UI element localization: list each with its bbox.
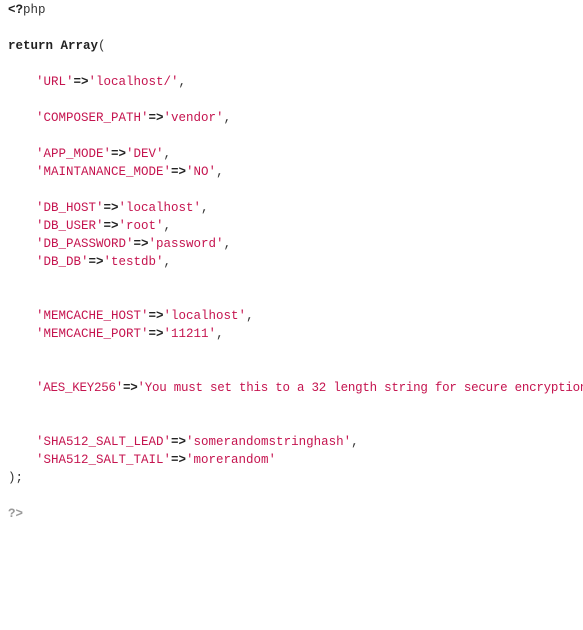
- entry-key: 'MAINTANANCE_MODE': [36, 165, 172, 179]
- entry-db-user: 'DB_USER'=>'root',: [8, 217, 171, 235]
- entry-key: 'DB_DB': [36, 255, 89, 269]
- php-open-tag: <?: [8, 3, 24, 17]
- entry-value: 'root': [118, 219, 164, 233]
- arrow-operator: =>: [88, 255, 104, 269]
- entry-comma: ,: [163, 255, 172, 269]
- entry-value: 'testdb': [103, 255, 164, 269]
- entry-maintanance-mode: 'MAINTANANCE_MODE'=>'NO',: [8, 163, 224, 181]
- arrow-operator: =>: [111, 147, 127, 161]
- php-close-tag-line: ?>: [8, 505, 23, 523]
- arrow-operator: =>: [73, 75, 89, 89]
- entry-key: 'SHA512_SALT_TAIL': [36, 453, 172, 467]
- entry-comma: ,: [223, 237, 232, 251]
- entry-sha512-salt-tail: 'SHA512_SALT_TAIL'=>'morerandom': [8, 451, 276, 469]
- php-open-tag-line: <?php: [8, 1, 46, 19]
- array-open-paren: (: [98, 39, 106, 53]
- arrow-operator: =>: [103, 201, 119, 215]
- return-keyword: return: [8, 39, 54, 53]
- entry-memcache-port: 'MEMCACHE_PORT'=>'11211',: [8, 325, 224, 343]
- entry-value: 'password': [148, 237, 224, 251]
- array-keyword: Array: [60, 39, 99, 53]
- entry-value: 'morerandom': [186, 453, 277, 467]
- entry-value: '11211': [163, 327, 217, 341]
- entry-value: 'localhost': [163, 309, 247, 323]
- arrow-operator: =>: [171, 435, 187, 449]
- entry-key: 'COMPOSER_PATH': [36, 111, 149, 125]
- arrow-operator: =>: [148, 309, 164, 323]
- entry-comma: ,: [351, 435, 359, 449]
- entry-key: 'APP_MODE': [36, 147, 112, 161]
- entry-key: 'DB_HOST': [36, 201, 104, 215]
- entry-key: 'AES_KEY256': [36, 381, 124, 395]
- array-close-line: );: [8, 469, 23, 487]
- entry-composer-path: 'COMPOSER_PATH'=>'vendor',: [8, 109, 231, 127]
- entry-value: 'localhost': [118, 201, 202, 215]
- entry-key: 'MEMCACHE_HOST': [36, 309, 149, 323]
- entry-db-host: 'DB_HOST'=>'localhost',: [8, 199, 209, 217]
- entry-key: 'SHA512_SALT_LEAD': [36, 435, 172, 449]
- entry-comma: ,: [178, 75, 187, 89]
- entry-aes-key256: 'AES_KEY256'=>'You must set this to a 32…: [8, 379, 583, 397]
- arrow-operator: =>: [148, 327, 164, 341]
- code-block: <?php return Array( 'URL'=>'localhost/',…: [0, 0, 583, 526]
- entry-db-db: 'DB_DB'=>'testdb',: [8, 253, 171, 271]
- entry-value: 'localhost/': [88, 75, 179, 89]
- arrow-operator: =>: [103, 219, 119, 233]
- entry-value: 'DEV': [126, 147, 164, 161]
- php-open-tag-lang: php: [23, 3, 46, 17]
- arrow-operator: =>: [123, 381, 138, 395]
- arrow-operator: =>: [148, 111, 164, 125]
- entry-comma: ,: [163, 219, 172, 233]
- php-close-tag: ?>: [8, 507, 24, 521]
- entry-db-password: 'DB_PASSWORD'=>'password',: [8, 235, 231, 253]
- arrow-operator: =>: [133, 237, 149, 251]
- return-line: return Array(: [8, 37, 106, 55]
- entry-comma: ,: [246, 309, 254, 323]
- arrow-operator: =>: [171, 165, 187, 179]
- entry-key: 'URL': [36, 75, 74, 89]
- entry-key: 'DB_PASSWORD': [36, 237, 134, 251]
- entry-comma: ,: [163, 147, 172, 161]
- entry-value: 'NO': [186, 165, 217, 179]
- entry-value: 'You must set this to a 32 length string…: [137, 381, 583, 395]
- entry-comma: ,: [223, 111, 232, 125]
- entry-key: 'MEMCACHE_PORT': [36, 327, 149, 341]
- entry-comma: ,: [216, 327, 224, 341]
- array-close-paren: );: [8, 471, 24, 485]
- arrow-operator: =>: [171, 453, 187, 467]
- entry-comma: ,: [216, 165, 224, 179]
- entry-memcache-host: 'MEMCACHE_HOST'=>'localhost',: [8, 307, 254, 325]
- entry-app-mode: 'APP_MODE'=>'DEV',: [8, 145, 171, 163]
- entry-value: 'vendor': [163, 111, 224, 125]
- entry-key: 'DB_USER': [36, 219, 104, 233]
- entry-value: 'somerandomstringhash': [186, 435, 352, 449]
- entry-comma: ,: [201, 201, 209, 215]
- entry-url: 'URL'=>'localhost/',: [8, 73, 186, 91]
- entry-sha512-salt-lead: 'SHA512_SALT_LEAD'=>'somerandomstringhas…: [8, 433, 359, 451]
